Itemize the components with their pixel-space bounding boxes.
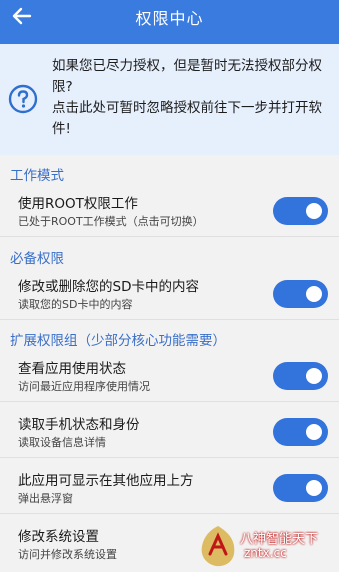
watermark-logo-icon bbox=[201, 526, 235, 567]
usage-stats-toggle[interactable] bbox=[273, 362, 328, 390]
row-title: 读取手机状态和身份 bbox=[18, 417, 140, 433]
app-bar: 权限中心 bbox=[0, 0, 339, 44]
toggle-knob bbox=[306, 424, 322, 440]
row-title: 修改或删除您的SD卡中的内容 bbox=[18, 279, 199, 295]
sd-card-toggle[interactable] bbox=[273, 280, 328, 308]
row-subtitle: 弹出悬浮窗 bbox=[18, 492, 73, 505]
skip-authorization-banner[interactable]: 如果您已尽力授权，但是暂时无法授权部分权 限? 点击此处可暂时忽略授权前往下一步… bbox=[0, 44, 339, 155]
overlay-toggle[interactable] bbox=[273, 474, 328, 502]
row-title: 修改系统设置 bbox=[18, 529, 99, 545]
section-header-work-mode: 工作模式 bbox=[10, 168, 64, 184]
watermark-url: zntx.cc bbox=[244, 546, 287, 560]
phone-state-toggle[interactable] bbox=[273, 418, 328, 446]
toggle-knob bbox=[306, 480, 322, 496]
watermark: 八神智能天下 zntx.cc bbox=[192, 520, 339, 572]
toggle-knob bbox=[306, 368, 322, 384]
row-subtitle: 访问最近应用程序使用情况 bbox=[18, 380, 150, 393]
row-subtitle: 已处于ROOT工作模式（点击可切换） bbox=[18, 215, 204, 228]
help-circle-icon bbox=[8, 84, 38, 114]
notice-line-1: 如果您已尽力授权，但是暂时无法授权部分权 bbox=[52, 58, 322, 74]
permission-row-usage-stats[interactable]: 查看应用使用状态 访问最近应用程序使用情况 bbox=[0, 350, 339, 402]
root-toggle[interactable] bbox=[273, 197, 328, 225]
section-header-required: 必备权限 bbox=[10, 251, 64, 267]
toggle-knob bbox=[306, 286, 322, 302]
toggle-knob bbox=[306, 203, 322, 219]
watermark-name: 八神智能天下 bbox=[240, 532, 319, 547]
row-title: 查看应用使用状态 bbox=[18, 361, 126, 377]
notice-line-3: 点击此处可暂时忽略授权前往下一步并打开软 bbox=[52, 100, 322, 116]
section-header-extended: 扩展权限组（少部分核心功能需要） bbox=[10, 333, 226, 349]
row-title: 此应用可显示在其他应用上方 bbox=[18, 473, 194, 489]
row-subtitle: 读取设备信息详情 bbox=[18, 436, 106, 449]
row-subtitle: 读取您的SD卡中的内容 bbox=[18, 298, 133, 311]
page-title: 权限中心 bbox=[135, 9, 204, 28]
notice-line-4: 件! bbox=[52, 121, 71, 137]
row-subtitle: 访问并修改系统设置 bbox=[18, 548, 117, 561]
row-title: 使用ROOT权限工作 bbox=[18, 196, 138, 212]
notice-line-2: 限? bbox=[52, 79, 73, 95]
notice-text: 如果您已尽力授权，但是暂时无法授权部分权 限? 点击此处可暂时忽略授权前往下一步… bbox=[52, 56, 332, 140]
permission-row-overlay[interactable]: 此应用可显示在其他应用上方 弹出悬浮窗 bbox=[0, 462, 339, 514]
permission-row-phone-state[interactable]: 读取手机状态和身份 读取设备信息详情 bbox=[0, 406, 339, 458]
permission-row-sd-card[interactable]: 修改或删除您的SD卡中的内容 读取您的SD卡中的内容 bbox=[0, 268, 339, 320]
permission-row-root[interactable]: 使用ROOT权限工作 已处于ROOT工作模式（点击可切换） bbox=[0, 185, 339, 237]
